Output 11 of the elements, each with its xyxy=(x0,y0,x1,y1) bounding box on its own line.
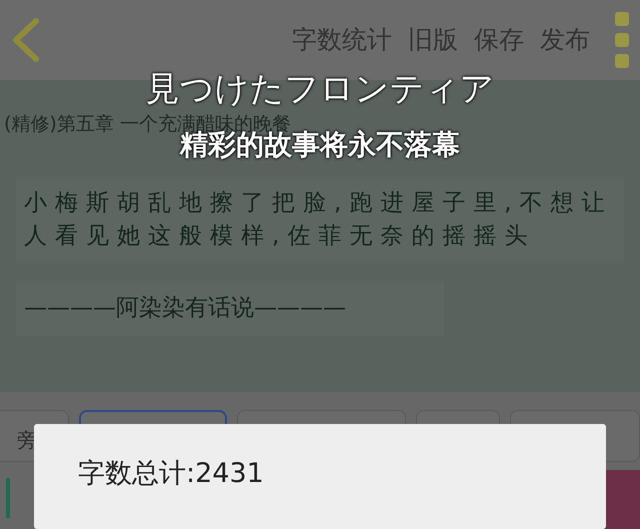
author-note-heading[interactable]: ————阿染染有话说———— xyxy=(16,281,444,336)
back-icon[interactable] xyxy=(10,17,40,63)
toolbar-action[interactable]: 字数统计 xyxy=(284,21,400,59)
toolbar-action[interactable]: 发布 xyxy=(532,21,598,59)
more-icon[interactable] xyxy=(614,11,630,69)
text-cursor xyxy=(6,478,10,518)
word-count-text: 字数总计:2431 xyxy=(78,458,264,489)
paragraph[interactable]: 小梅斯胡乱地擦了把脸,跑进屋子里,不想让人看见她这般模样,佐菲无奈的摇摇头 xyxy=(16,176,624,264)
toolbar-action[interactable]: 保存 xyxy=(466,21,532,59)
overlay-caption: 見つけたフロンティア xyxy=(144,68,496,111)
toolbar-action[interactable]: 旧版 xyxy=(400,21,466,59)
